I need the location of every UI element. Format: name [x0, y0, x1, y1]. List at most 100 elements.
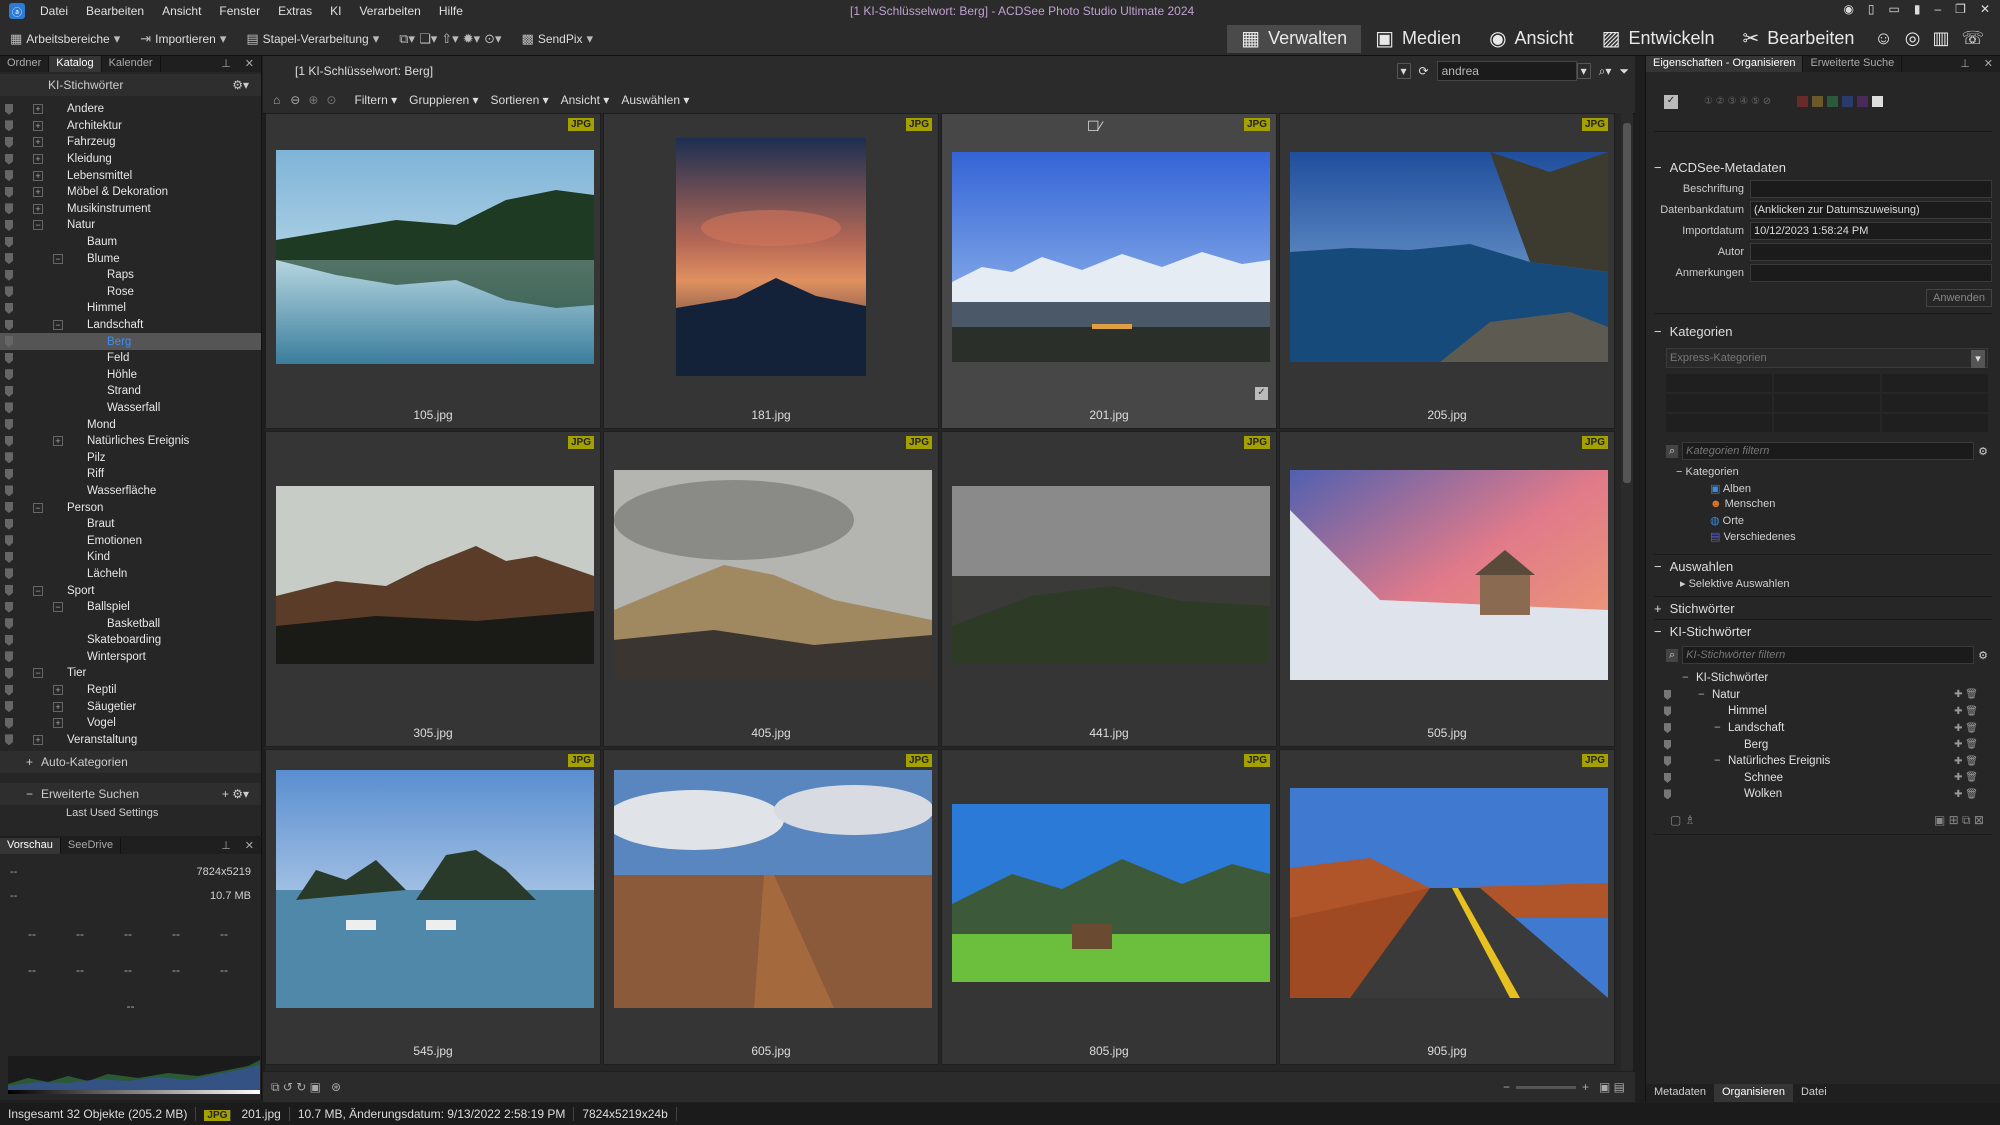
express-slot[interactable] [1774, 394, 1880, 412]
tree-item[interactable]: Pilz [0, 449, 261, 466]
tab-file[interactable]: Datei [1793, 1084, 1835, 1102]
dropdown-icon[interactable]: ▾ [1396, 63, 1411, 79]
restore-button[interactable]: ❐ [1955, 2, 1966, 16]
flag-icon[interactable] [5, 352, 13, 364]
flag-icon[interactable] [5, 170, 13, 182]
pin-icon[interactable]: ⊥ [214, 56, 238, 72]
pin-icon[interactable]: ⊥ [1953, 56, 1977, 72]
tab-properties[interactable]: Eigenschaften - Organisieren [1646, 56, 1804, 72]
flag-icon[interactable] [5, 385, 13, 397]
up-icon[interactable]: ⊙ [326, 93, 336, 107]
express-slot[interactable] [1666, 374, 1772, 392]
tree-item[interactable]: Höhle [0, 367, 261, 384]
expand-icon[interactable]: + [33, 203, 43, 214]
keyword-add-delete-icons[interactable]: ✚ 🗑 [1954, 739, 1978, 750]
thumbnail[interactable]: JPG 545.jpg [265, 749, 601, 1065]
tab-vorschau[interactable]: Vorschau [0, 838, 61, 854]
ai-keywords-header[interactable]: KI-Stichwörter ⚙▾ [0, 74, 261, 96]
express-slot[interactable] [1882, 374, 1988, 392]
flag-icon[interactable] [5, 717, 13, 729]
field-input[interactable] [1750, 179, 1992, 198]
flag-icon[interactable] [5, 120, 13, 132]
tree-item[interactable]: + Kleidung [0, 151, 261, 168]
express-slot[interactable] [1882, 394, 1988, 412]
tree-item[interactable]: Feld [0, 350, 261, 367]
zoom-slider[interactable] [1515, 1085, 1576, 1089]
collapse-icon[interactable]: − [33, 668, 43, 679]
tree-item[interactable]: + Möbel & Dekoration [0, 184, 261, 201]
menu-ki[interactable]: KI [321, 4, 350, 18]
flag-icon[interactable] [5, 568, 13, 580]
checkmark-icon[interactable]: ✓ [1255, 387, 1268, 400]
layout-icon-2[interactable]: ▭ [1889, 2, 1900, 16]
select-checkbox-icon[interactable]: ☐⁄ [1087, 118, 1102, 135]
thumbnail[interactable]: JPG 605.jpg [603, 749, 939, 1065]
search-input[interactable]: andrea [1436, 61, 1577, 81]
flag-icon[interactable] [5, 419, 13, 431]
menu-datei[interactable]: Datei [31, 4, 77, 18]
category-misc[interactable]: ▤ Verschiedenes [1666, 530, 1992, 546]
batch-button[interactable]: ▤ Stapel-Verarbeitung ▾ [236, 31, 389, 47]
keyword-add-delete-icons[interactable]: ✚ 🗑 [1954, 706, 1978, 717]
tree-item[interactable]: Basketball [0, 615, 261, 632]
zoom-in-icon[interactable]: + [1582, 1080, 1589, 1094]
menu-fenster[interactable]: Fenster [210, 4, 269, 18]
ai-keyword-item[interactable]: − KI-Stichwörter [1654, 670, 1992, 687]
tree-item[interactable]: Wintersport [0, 649, 261, 666]
auto-categories-header[interactable]: + Auto-Kategorien [0, 751, 261, 774]
expand-icon[interactable]: + [33, 187, 43, 198]
collapse-icon[interactable]: − [1714, 755, 1721, 767]
tree-item[interactable]: − Tier [0, 665, 261, 682]
tree-item[interactable]: Kind [0, 549, 261, 566]
tab-organize[interactable]: Organisieren [1713, 1084, 1793, 1102]
express-slot[interactable] [1666, 394, 1772, 412]
flag-icon[interactable] [1664, 789, 1671, 800]
scrollbar-thumb[interactable] [1623, 123, 1631, 483]
collapse-icon[interactable]: − [33, 502, 43, 513]
tree-item[interactable]: − Natur [0, 217, 261, 234]
collapse-icon[interactable]: − [53, 320, 63, 331]
dashboard-icon[interactable]: ▥ [1926, 25, 1955, 53]
mode-edit[interactable]: ✂ Bearbeiten [1729, 25, 1869, 53]
flag-icon[interactable] [5, 585, 13, 597]
tree-item[interactable]: Wasserfall [0, 400, 261, 417]
expand-icon[interactable]: + [33, 137, 43, 148]
ai-keyword-item[interactable]: − Natürliches Ereignis ✚ 🗑 [1654, 753, 1992, 770]
tree-item[interactable]: − Blume [0, 250, 261, 267]
tab-seedrive[interactable]: SeeDrive [61, 838, 122, 854]
collapse-icon[interactable]: − [1682, 672, 1689, 684]
tree-item[interactable]: Skateboarding [0, 632, 261, 649]
tree-item[interactable]: Riff [0, 466, 261, 483]
ai-keyword-item[interactable]: Berg ✚ 🗑 [1654, 736, 1992, 753]
rating-stars[interactable]: ① ② ③ ④ ⑤ ⊘ [1704, 96, 1771, 107]
tree-item[interactable]: + Andere [0, 101, 261, 118]
field-input[interactable]: (Anklicken zur Datumszuweisung) [1750, 200, 1992, 219]
flag-icon[interactable] [1664, 723, 1671, 734]
flag-icon[interactable] [5, 634, 13, 646]
tree-item[interactable]: + Reptil [0, 682, 261, 699]
tab-ordner[interactable]: Ordner [0, 56, 50, 72]
flag-icon[interactable] [5, 219, 13, 231]
flag-icon[interactable] [5, 402, 13, 414]
view-menu[interactable]: Ansicht ▾ [561, 93, 610, 107]
menu-extras[interactable]: Extras [269, 4, 321, 18]
flag-icon[interactable] [5, 269, 13, 281]
flag-icon[interactable] [5, 452, 13, 464]
flag-icon[interactable] [5, 286, 13, 298]
expand-icon[interactable]: + [33, 104, 43, 115]
expand-icon[interactable]: + [53, 685, 63, 696]
dropdown-icon[interactable]: ▾ [1576, 63, 1591, 79]
thumbnail[interactable]: JPG 405.jpg [603, 431, 939, 747]
thumbnail[interactable]: JPG 205.jpg [1279, 113, 1615, 429]
close-icon[interactable]: ✕ [238, 56, 261, 72]
tab-metadata[interactable]: Metadaten [1646, 1084, 1714, 1102]
flag-icon[interactable] [5, 518, 13, 530]
tag-checkbox[interactable]: ✓ [1664, 94, 1678, 109]
keyword-add-delete-icons[interactable]: ✚ 🗑 [1954, 689, 1978, 700]
tree-item[interactable]: − Landschaft [0, 317, 261, 334]
tree-item[interactable]: − Person [0, 499, 261, 516]
account-icon[interactable]: ◉ [1843, 2, 1853, 16]
tree-item[interactable]: + Säugetier [0, 698, 261, 715]
expand-icon[interactable]: + [33, 170, 43, 181]
thumbnail[interactable]: JPG 905.jpg [1279, 749, 1615, 1065]
